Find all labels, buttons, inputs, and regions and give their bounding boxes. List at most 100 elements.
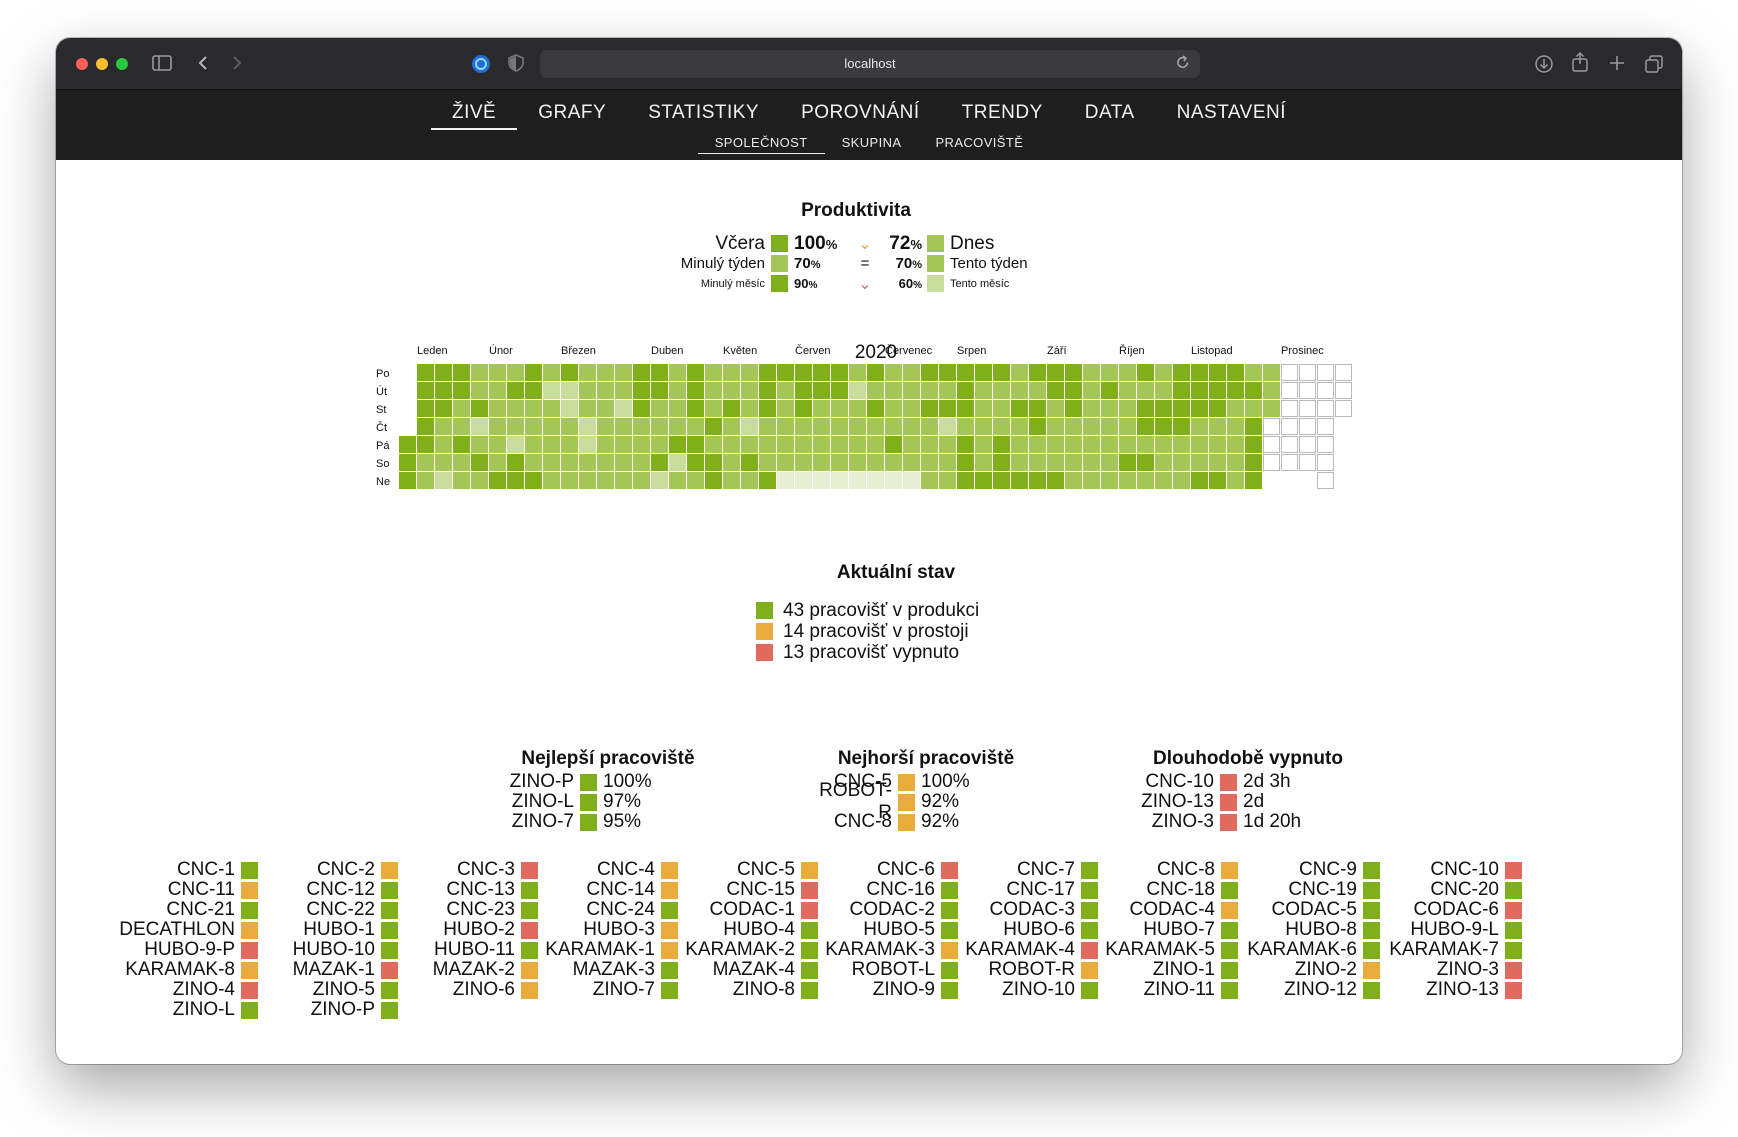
calendar-day-cell[interactable] bbox=[471, 472, 488, 489]
calendar-day-cell[interactable] bbox=[1101, 400, 1118, 417]
workstation-item[interactable]: ZINO-8 bbox=[685, 979, 818, 1000]
calendar-day-cell[interactable] bbox=[651, 436, 668, 453]
calendar-day-cell[interactable] bbox=[651, 364, 668, 381]
calendar-day-cell[interactable] bbox=[723, 400, 740, 417]
workstation-item[interactable]: HUBO-9-P bbox=[119, 939, 258, 960]
calendar-day-cell[interactable] bbox=[939, 472, 956, 489]
calendar-day-cell[interactable] bbox=[1101, 472, 1118, 489]
calendar-day-cell[interactable] bbox=[1011, 454, 1028, 471]
calendar-day-cell[interactable] bbox=[1173, 418, 1190, 435]
calendar-day-cell[interactable] bbox=[795, 472, 812, 489]
calendar-day-cell[interactable] bbox=[957, 454, 974, 471]
calendar-day-cell[interactable] bbox=[921, 472, 938, 489]
calendar-day-cell[interactable] bbox=[1227, 436, 1244, 453]
calendar-day-cell[interactable] bbox=[1191, 382, 1208, 399]
calendar-day-cell[interactable] bbox=[993, 400, 1010, 417]
calendar-day-cell[interactable] bbox=[453, 472, 470, 489]
calendar-day-cell[interactable] bbox=[687, 418, 704, 435]
workstation-item[interactable]: MAZAK-1 bbox=[293, 959, 398, 980]
calendar-day-cell[interactable] bbox=[417, 436, 434, 453]
calendar-day-cell[interactable] bbox=[1083, 364, 1100, 381]
calendar-day-cell[interactable] bbox=[759, 472, 776, 489]
calendar-day-cell[interactable] bbox=[1029, 418, 1046, 435]
calendar-day-cell[interactable] bbox=[1245, 400, 1262, 417]
workstation-item[interactable]: CNC-17 bbox=[965, 879, 1098, 900]
calendar-day-cell[interactable] bbox=[615, 472, 632, 489]
calendar-day-cell[interactable] bbox=[435, 454, 452, 471]
calendar-day-cell[interactable] bbox=[759, 364, 776, 381]
calendar-day-cell[interactable] bbox=[669, 472, 686, 489]
workstation-item[interactable]: MAZAK-3 bbox=[545, 959, 678, 980]
calendar-day-cell[interactable] bbox=[1245, 472, 1262, 489]
calendar-day-cell[interactable] bbox=[1263, 364, 1280, 381]
calendar-day-cell[interactable] bbox=[975, 364, 992, 381]
workstation-item[interactable]: CNC-5 bbox=[685, 859, 818, 880]
calendar-day-cell[interactable] bbox=[1011, 436, 1028, 453]
calendar-day-cell[interactable] bbox=[957, 382, 974, 399]
workstation-item[interactable]: CNC-12 bbox=[293, 879, 398, 900]
calendar-day-cell[interactable] bbox=[1047, 418, 1064, 435]
calendar-day-cell[interactable] bbox=[525, 418, 542, 435]
calendar-day-cell[interactable] bbox=[777, 364, 794, 381]
workstation-item[interactable]: HUBO-11 bbox=[433, 939, 538, 960]
calendar-day-cell[interactable] bbox=[1155, 364, 1172, 381]
calendar-day-cell[interactable] bbox=[615, 364, 632, 381]
calendar-day-cell[interactable] bbox=[885, 454, 902, 471]
calendar-day-cell[interactable] bbox=[1209, 364, 1226, 381]
calendar-day-cell[interactable] bbox=[1227, 472, 1244, 489]
calendar-day-cell[interactable] bbox=[1137, 436, 1154, 453]
calendar-day-cell[interactable] bbox=[1191, 472, 1208, 489]
workstation-item[interactable]: CNC-23 bbox=[433, 899, 538, 920]
calendar-day-cell[interactable] bbox=[1173, 400, 1190, 417]
calendar-day-cell[interactable] bbox=[1191, 364, 1208, 381]
calendar-day-cell[interactable] bbox=[849, 436, 866, 453]
calendar-day-cell[interactable] bbox=[399, 436, 416, 453]
calendar-day-cell[interactable] bbox=[957, 436, 974, 453]
calendar-day-cell[interactable] bbox=[867, 382, 884, 399]
workstation-item[interactable]: ZINO-7 bbox=[545, 979, 678, 1000]
calendar-day-cell[interactable] bbox=[579, 436, 596, 453]
calendar-day-cell[interactable] bbox=[471, 364, 488, 381]
calendar-day-cell[interactable] bbox=[561, 472, 578, 489]
calendar-day-cell[interactable] bbox=[1011, 400, 1028, 417]
calendar-day-cell[interactable] bbox=[813, 382, 830, 399]
calendar-day-cell[interactable] bbox=[777, 472, 794, 489]
workstation-item[interactable]: HUBO-4 bbox=[685, 919, 818, 940]
calendar-day-cell[interactable] bbox=[633, 418, 650, 435]
calendar-day-cell[interactable] bbox=[1209, 454, 1226, 471]
calendar-day-cell[interactable] bbox=[435, 418, 452, 435]
calendar-day-cell[interactable] bbox=[543, 454, 560, 471]
workstation-item[interactable]: CODAC-1 bbox=[685, 899, 818, 920]
calendar-day-cell[interactable] bbox=[867, 472, 884, 489]
calendar-day-cell[interactable] bbox=[957, 418, 974, 435]
calendar-day-cell[interactable] bbox=[795, 364, 812, 381]
calendar-day-cell[interactable] bbox=[777, 418, 794, 435]
calendar-day-cell[interactable] bbox=[669, 400, 686, 417]
calendar-day-cell[interactable] bbox=[417, 400, 434, 417]
calendar-day-cell[interactable] bbox=[957, 472, 974, 489]
calendar-day-cell[interactable] bbox=[831, 400, 848, 417]
calendar-day-cell[interactable] bbox=[543, 418, 560, 435]
calendar-day-cell[interactable] bbox=[399, 454, 416, 471]
calendar-day-cell[interactable] bbox=[921, 400, 938, 417]
workstation-item[interactable]: CNC-14 bbox=[545, 879, 678, 900]
calendar-day-cell[interactable] bbox=[1047, 472, 1064, 489]
calendar-day-cell[interactable] bbox=[741, 454, 758, 471]
workstation-item[interactable]: CNC-7 bbox=[965, 859, 1098, 880]
shield-icon[interactable] bbox=[508, 54, 524, 72]
calendar-day-cell[interactable] bbox=[1101, 382, 1118, 399]
calendar-day-cell[interactable] bbox=[705, 382, 722, 399]
calendar-day-cell[interactable] bbox=[813, 364, 830, 381]
calendar-day-cell[interactable] bbox=[489, 382, 506, 399]
calendar-day-cell[interactable] bbox=[993, 454, 1010, 471]
calendar-day-cell[interactable] bbox=[507, 436, 524, 453]
calendar-day-cell[interactable] bbox=[939, 364, 956, 381]
calendar-day-cell[interactable] bbox=[849, 364, 866, 381]
calendar-day-cell[interactable] bbox=[777, 436, 794, 453]
workstation-item[interactable]: HUBO-7 bbox=[1105, 919, 1238, 940]
tabs-overview-icon[interactable] bbox=[1644, 54, 1664, 74]
calendar-day-cell[interactable] bbox=[543, 364, 560, 381]
calendar-day-cell[interactable] bbox=[453, 382, 470, 399]
workstation-item[interactable]: CNC-20 bbox=[1389, 879, 1522, 900]
workstation-item[interactable]: ZINO-11 bbox=[1105, 979, 1238, 1000]
